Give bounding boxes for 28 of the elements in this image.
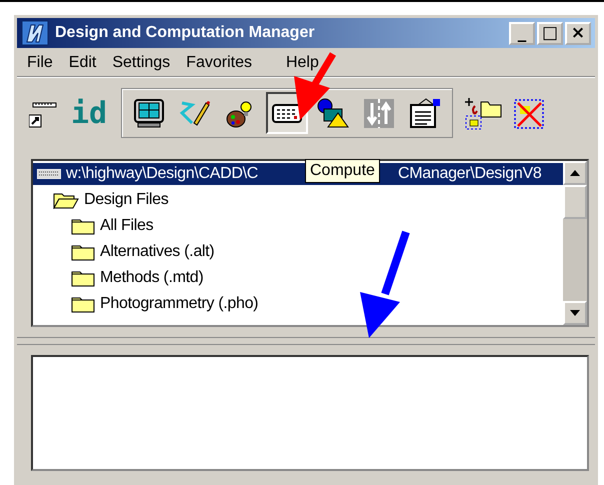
path-text: w:\highway\Design\CADD\C <box>66 165 259 183</box>
close-button[interactable]: × <box>565 22 591 44</box>
tree-item[interactable]: Alternatives (.alt) <box>33 239 563 265</box>
scrollbar[interactable] <box>563 161 587 325</box>
menu-item[interactable]: Edit <box>68 54 96 72</box>
tree-item[interactable]: Methods (.mtd) <box>33 265 563 291</box>
menu-item[interactable]: File <box>27 54 53 72</box>
maximize-button[interactable]: □ <box>537 22 563 44</box>
drive-icon <box>37 169 61 179</box>
folder-icon <box>71 269 95 287</box>
menu-item[interactable]: Favorites <box>186 54 252 72</box>
folder-icon <box>71 243 95 261</box>
window-title: Design and Computation Manager <box>55 24 316 42</box>
menu-item[interactable]: Settings <box>112 54 170 72</box>
tree-item[interactable]: Photogrammetry (.pho) <box>33 291 563 317</box>
add-folder-icon[interactable] <box>463 96 504 130</box>
scroll-thumb[interactable] <box>563 185 587 219</box>
folder-icon <box>71 295 95 313</box>
path-text: CManager\DesignV8 <box>398 165 542 183</box>
minimize-button[interactable]: _ <box>509 22 535 44</box>
scroll-up-icon[interactable] <box>570 170 580 176</box>
tree-item[interactable]: Design Files <box>33 187 563 213</box>
folder-icon <box>71 217 95 235</box>
scroll-down-icon[interactable] <box>570 310 580 316</box>
tree-item[interactable]: All Files <box>33 213 563 239</box>
tooltip: Compute <box>305 159 380 183</box>
menu-item[interactable]: Help <box>286 54 319 72</box>
app-icon <box>21 20 49 46</box>
